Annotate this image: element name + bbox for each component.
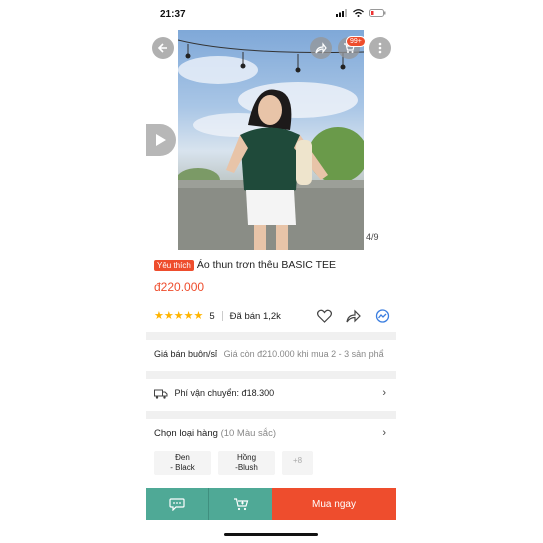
variant-count: (10 Màu sắc)	[220, 428, 276, 439]
variant-more-button[interactable]: +8	[282, 451, 313, 475]
variant-option-name: Đen	[175, 453, 190, 462]
heart-icon[interactable]	[317, 309, 332, 323]
battery-icon	[369, 9, 386, 17]
truck-icon	[154, 389, 168, 399]
divider	[221, 311, 223, 321]
product-image[interactable]	[178, 30, 364, 250]
cart-count-badge: 99+	[346, 36, 366, 47]
wholesale-label: Giá bán buôn/sỉ	[154, 349, 218, 359]
star-icon: ★	[183, 309, 194, 322]
status-bar: 21:37	[146, 0, 396, 30]
rating-value: 5	[209, 310, 215, 322]
favorite-tag: Yêu thích	[154, 260, 194, 271]
buy-now-button[interactable]: Mua ngay	[272, 488, 396, 520]
status-time: 21:37	[160, 9, 186, 20]
status-icons	[336, 9, 386, 17]
variant-option-name: Hồng	[236, 453, 257, 462]
variant-header[interactable]: Chọn loại hàng (10 Màu sắc) ›	[154, 427, 390, 442]
sold-count: Đã bán 1,2k	[229, 310, 281, 322]
star-icon: ★	[163, 309, 174, 322]
product-title: Áo thun trơn thêu BASIC TEE	[196, 259, 336, 271]
chevron-right-icon: ›	[382, 427, 386, 439]
variant-option-black[interactable]: Đen - Black	[154, 451, 211, 475]
play-icon	[156, 134, 166, 146]
section-divider	[146, 411, 396, 419]
bottom-action-bar: Mua ngay	[146, 488, 396, 520]
chevron-right-icon: ›	[382, 387, 386, 399]
variant-label: Chọn loại hàng	[154, 428, 218, 439]
wifi-icon	[353, 9, 364, 17]
more-options-button[interactable]	[369, 37, 391, 59]
share-icon	[315, 42, 327, 54]
variant-option-subname: - Black	[170, 463, 195, 472]
product-screen: 21:37 99+ 4/9 Yêu thích Áo thun trơn thê…	[146, 0, 396, 543]
wholesale-row[interactable]: Giá bán buôn/sỉ Giá còn đ210.000 khi mua…	[154, 349, 390, 359]
product-title-row: Yêu thích Áo thun trơn thêu BASIC TEE	[154, 259, 394, 271]
add-to-cart-button[interactable]	[209, 488, 272, 520]
back-button[interactable]	[152, 37, 174, 59]
messenger-icon[interactable]	[375, 308, 390, 324]
star-icon: ★	[173, 309, 184, 322]
cart-plus-icon	[233, 498, 248, 511]
rating-stars: ★★★★★	[154, 309, 204, 322]
shipping-row[interactable]: Phí vận chuyển: đ18.300 ›	[154, 387, 390, 402]
more-dots-icon	[378, 42, 382, 54]
share-icon[interactable]	[346, 309, 361, 323]
image-counter: 4/9	[366, 232, 379, 242]
product-photo-illustration	[178, 39, 364, 250]
section-divider	[146, 371, 396, 379]
variant-option-blush[interactable]: Hồng -Blush	[218, 451, 275, 475]
home-indicator	[224, 533, 318, 536]
variant-option-subname: -Blush	[235, 463, 258, 472]
play-video-button[interactable]	[146, 124, 176, 156]
chat-button[interactable]	[146, 488, 209, 520]
rating-row: ★★★★★ 5 Đã bán 1,2k	[154, 308, 390, 324]
signal-icon	[336, 9, 347, 17]
shipping-fee: Phí vận chuyển: đ18.300	[174, 388, 275, 398]
arrow-left-icon	[157, 43, 167, 53]
section-divider	[146, 332, 396, 340]
star-icon: ★	[154, 309, 164, 322]
product-price: đ220.000	[154, 280, 205, 294]
chat-icon	[169, 497, 185, 511]
star-icon: ★	[193, 309, 204, 322]
wholesale-text: Giá còn đ210.000 khi mua 2 - 3 sản phẩ	[223, 349, 384, 359]
share-top-button[interactable]	[310, 37, 332, 59]
